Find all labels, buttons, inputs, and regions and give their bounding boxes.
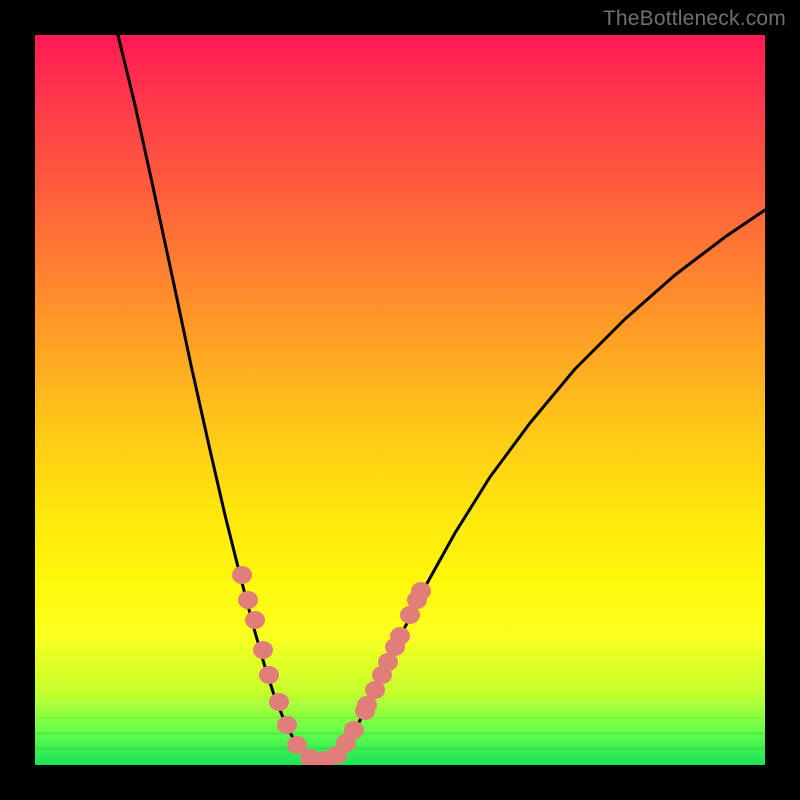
data-marker <box>253 641 273 659</box>
data-marker <box>411 582 431 600</box>
data-marker <box>344 721 364 739</box>
data-marker <box>259 666 279 684</box>
plot-area <box>35 35 765 765</box>
curve-path <box>118 35 765 761</box>
data-marker <box>269 693 289 711</box>
watermark-text: TheBottleneck.com <box>603 7 786 31</box>
data-marker <box>390 627 410 645</box>
data-marker <box>232 566 252 584</box>
bottleneck-curve <box>118 35 765 761</box>
data-marker <box>277 716 297 734</box>
curve-layer <box>35 35 765 765</box>
data-markers <box>232 566 431 765</box>
chart-frame: TheBottleneck.com <box>0 0 800 800</box>
data-marker <box>238 591 258 609</box>
data-marker <box>245 611 265 629</box>
